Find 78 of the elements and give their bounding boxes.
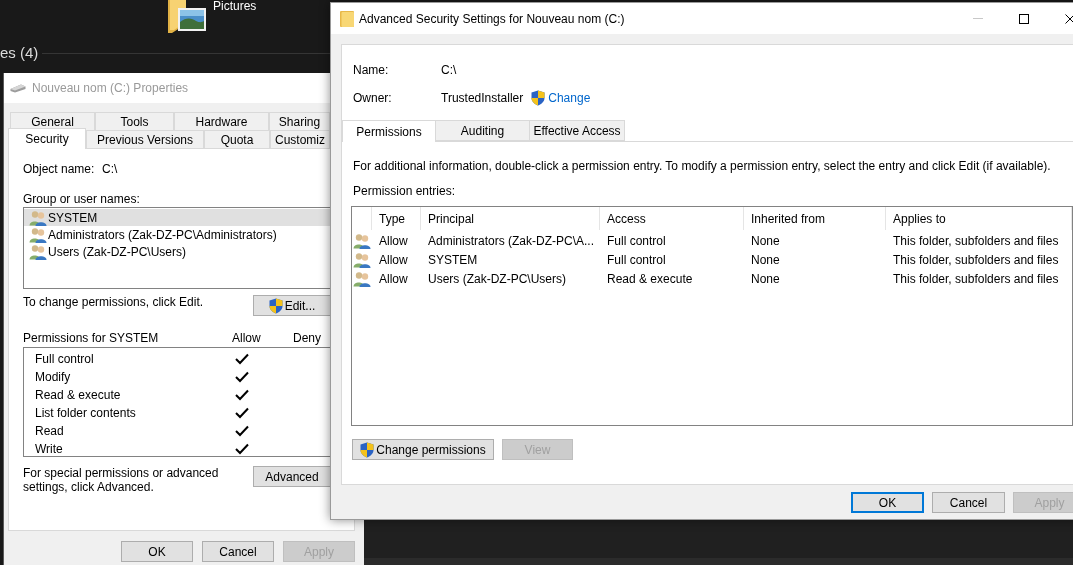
users-icon — [353, 232, 371, 249]
column-header[interactable]: Principal — [421, 207, 600, 230]
column-header[interactable]: Type — [372, 207, 421, 230]
tab[interactable]: Auditing — [435, 120, 530, 141]
hint-text: To change permissions, click Edit. — [23, 295, 204, 309]
hint-text: For special permissions or advanced settings, click Advanced. — [23, 466, 220, 494]
permission-name: List folder contents — [35, 405, 136, 422]
shield-icon — [268, 297, 283, 314]
ok-button[interactable]: OK — [851, 492, 924, 513]
permission-name: Write — [35, 441, 63, 456]
table-cell-text: Read & execute — [606, 270, 694, 288]
table-cell-text: Full control — [606, 251, 667, 269]
picture-folder-icon — [166, 0, 206, 33]
drive-icon — [10, 83, 26, 93]
folder-icon — [340, 10, 354, 27]
shield-icon — [531, 90, 546, 106]
section-label: Permission entries: — [353, 184, 456, 198]
table-cell-text: SYSTEM — [427, 251, 479, 269]
tab[interactable]: Hardware — [174, 112, 269, 130]
cancel-button[interactable]: Cancel — [932, 492, 1005, 513]
change-permissions-button[interactable]: Change permissions — [352, 439, 494, 460]
users-icon — [29, 243, 47, 260]
users-icon — [353, 251, 371, 268]
tab[interactable]: Security — [8, 128, 86, 149]
tab[interactable]: General — [10, 112, 95, 130]
column-label: Allow — [232, 330, 261, 347]
field-label: Owner: — [353, 90, 392, 107]
table-cell-text: Allow — [378, 232, 409, 250]
column-header[interactable]: Applies to — [886, 207, 1072, 230]
column-header[interactable]: Access — [600, 207, 744, 230]
table-cell-text: This folder, subfolders and files — [892, 270, 1060, 288]
table-cell-text: Administrators (Zak-DZ-PC\A... — [427, 232, 596, 250]
ok-button[interactable]: OK — [121, 541, 193, 562]
table-cell-text: Users (Zak-DZ-PC\Users) — [427, 270, 567, 288]
users-icon — [29, 209, 47, 226]
users-icon — [29, 226, 47, 243]
table-cell-text: Allow — [378, 270, 409, 288]
table-cell-text: None — [750, 251, 781, 269]
field-label: Object name: — [23, 161, 95, 178]
close-icon[interactable] — [1065, 13, 1073, 24]
window-title: Advanced Security Settings for Nouveau nom (C:) — [359, 10, 625, 28]
edit-button[interactable]: Edit... — [253, 295, 331, 316]
tab[interactable]: Sharing — [269, 112, 330, 130]
maximize-icon[interactable] — [1019, 13, 1029, 24]
table-cell-text: None — [750, 270, 781, 288]
column-label: Deny — [293, 330, 321, 347]
object-name: C:\ — [441, 62, 457, 79]
section-label: Permissions for SYSTEM — [23, 330, 159, 347]
permission-name: Modify — [35, 369, 71, 386]
table-cell-text: Allow — [378, 251, 409, 269]
table-cell-text: This folder, subfolders and files — [892, 232, 1060, 250]
object-name: C:\ — [102, 161, 118, 178]
change-link[interactable]: Change — [548, 89, 591, 107]
tab[interactable]: Customiz — [270, 130, 330, 148]
window-title: Nouveau nom (C:) Properties — [32, 80, 189, 97]
column-header[interactable]: Inherited from — [744, 207, 886, 230]
permission-name: Read — [35, 423, 64, 440]
tab[interactable]: Permissions — [342, 120, 436, 142]
group-header: es (4) — [0, 44, 39, 62]
info-text: For additional information, double-click a permission entry. To modify a permission entry, select the entry and click Edit (if available). — [353, 159, 1051, 173]
tab[interactable]: Quota — [204, 130, 270, 148]
tab[interactable]: Previous Versions — [86, 130, 204, 148]
cancel-button[interactable]: Cancel — [202, 541, 274, 562]
user-group-item[interactable]: SYSTEM — [24, 209, 330, 226]
permission-name: Full control — [35, 351, 94, 368]
field-label: Name: — [353, 62, 389, 79]
tab[interactable]: Tools — [95, 112, 174, 130]
advanced-button[interactable]: Advanced — [253, 466, 331, 487]
shield-icon — [360, 441, 375, 458]
table-cell-text: None — [750, 232, 781, 250]
table-cell-text: Full control — [606, 232, 667, 250]
folder-label[interactable]: Pictures — [213, 0, 257, 13]
owner-name: TrustedInstaller — [441, 90, 524, 107]
users-icon — [353, 270, 371, 287]
table-cell-text: This folder, subfolders and files — [892, 251, 1060, 269]
section-label: Group or user names: — [23, 191, 140, 208]
permission-name: Read & execute — [35, 387, 121, 404]
tab[interactable]: Effective Access — [529, 120, 625, 141]
